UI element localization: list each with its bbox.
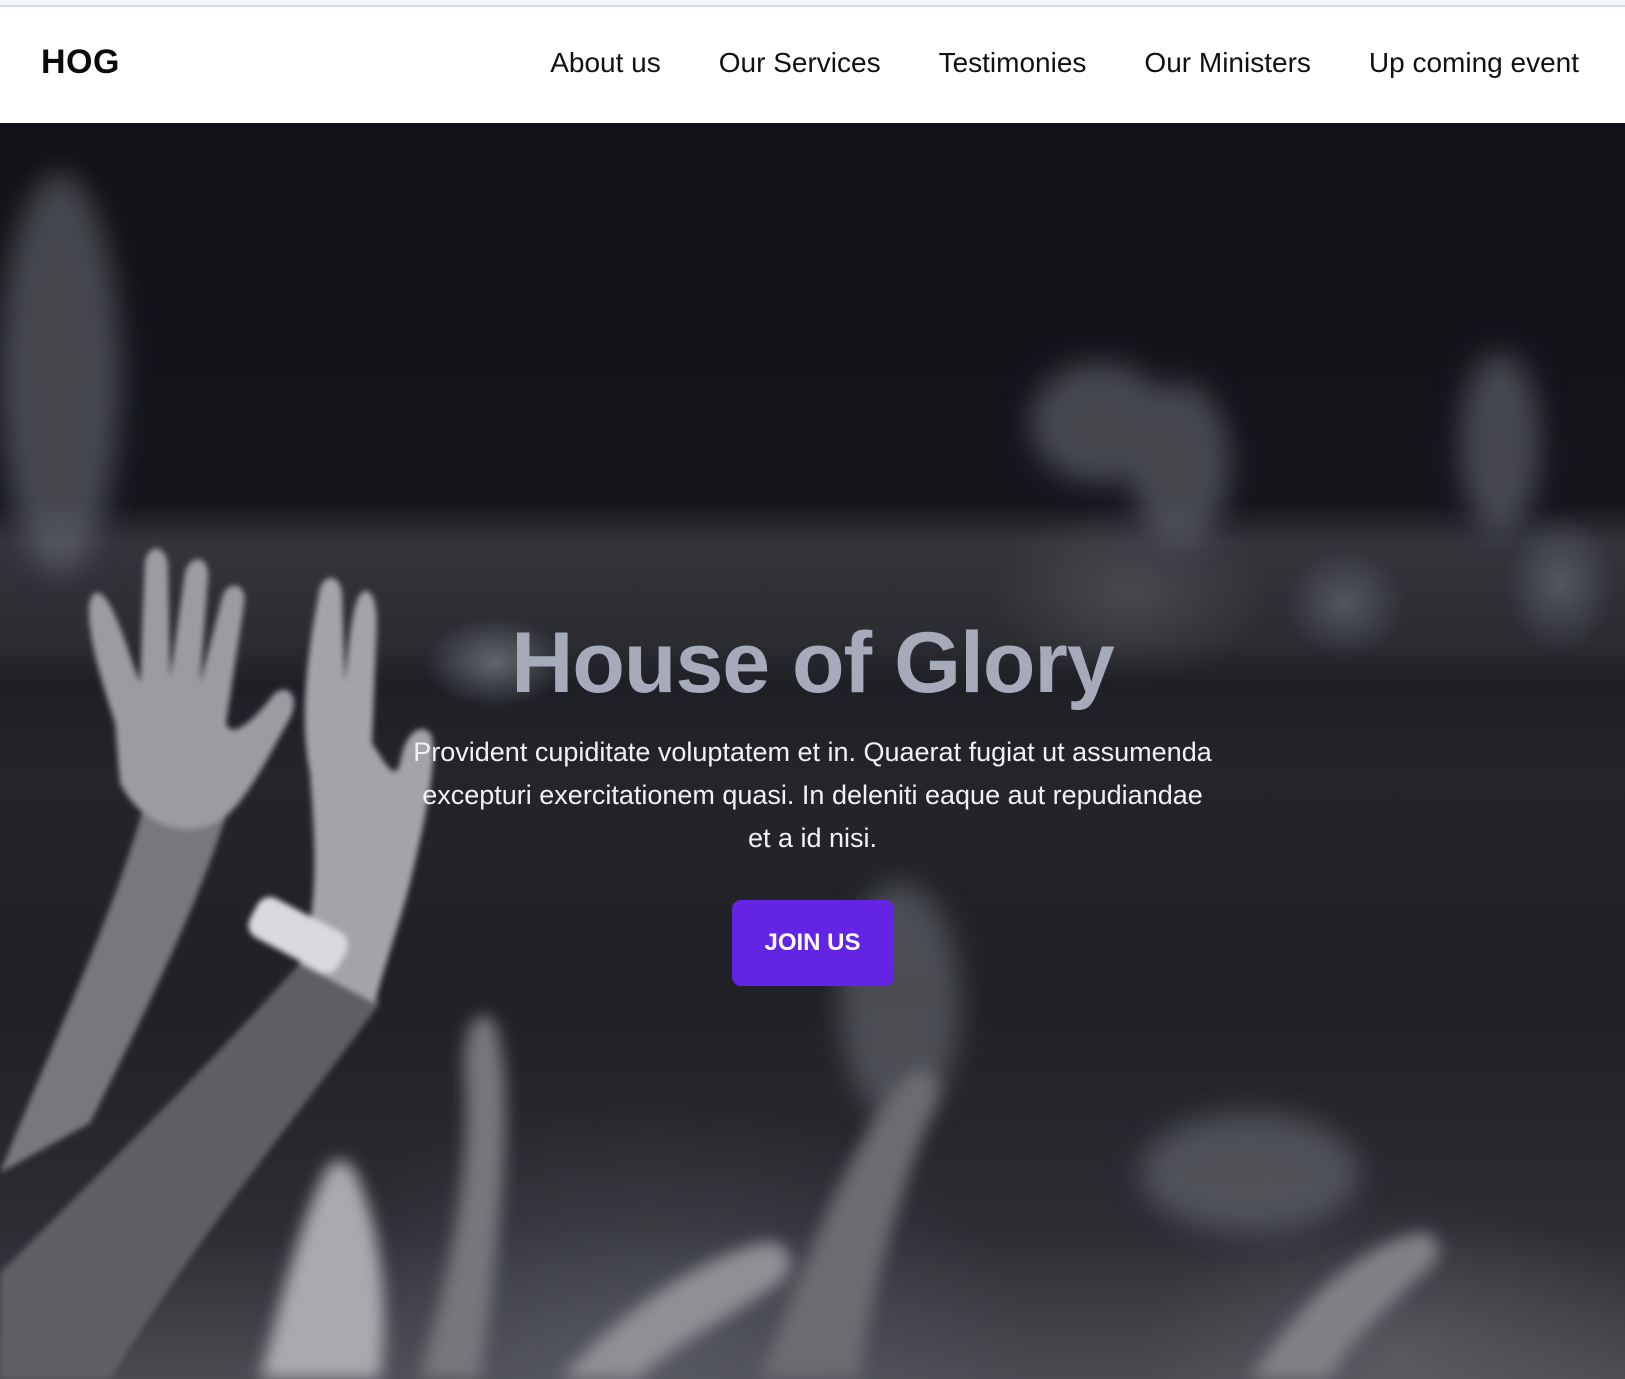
browser-top-edge [0, 0, 1625, 7]
nav-link-testimonies[interactable]: Testimonies [939, 47, 1087, 79]
hero-title: House of Glory [511, 615, 1114, 711]
brand-logo[interactable]: HOG [41, 43, 120, 82]
nav-link-upcoming-event[interactable]: Up coming event [1369, 47, 1579, 79]
nav-links: About us Our Services Testimonies Our Mi… [550, 47, 1579, 79]
hero-description: Provident cupiditate voluptatem et in. Q… [413, 737, 1212, 853]
hero-section: House of Glory Provident cupiditate volu… [0, 123, 1625, 1379]
nav-link-our-services[interactable]: Our Services [719, 47, 881, 79]
join-us-button[interactable]: JOIN US [731, 900, 894, 986]
hero-content: House of Glory Provident cupiditate volu… [0, 613, 1625, 986]
nav-link-about-us[interactable]: About us [550, 47, 661, 79]
nav-link-our-ministers[interactable]: Our Ministers [1144, 47, 1310, 79]
navbar: HOG About us Our Services Testimonies Ou… [0, 7, 1625, 123]
